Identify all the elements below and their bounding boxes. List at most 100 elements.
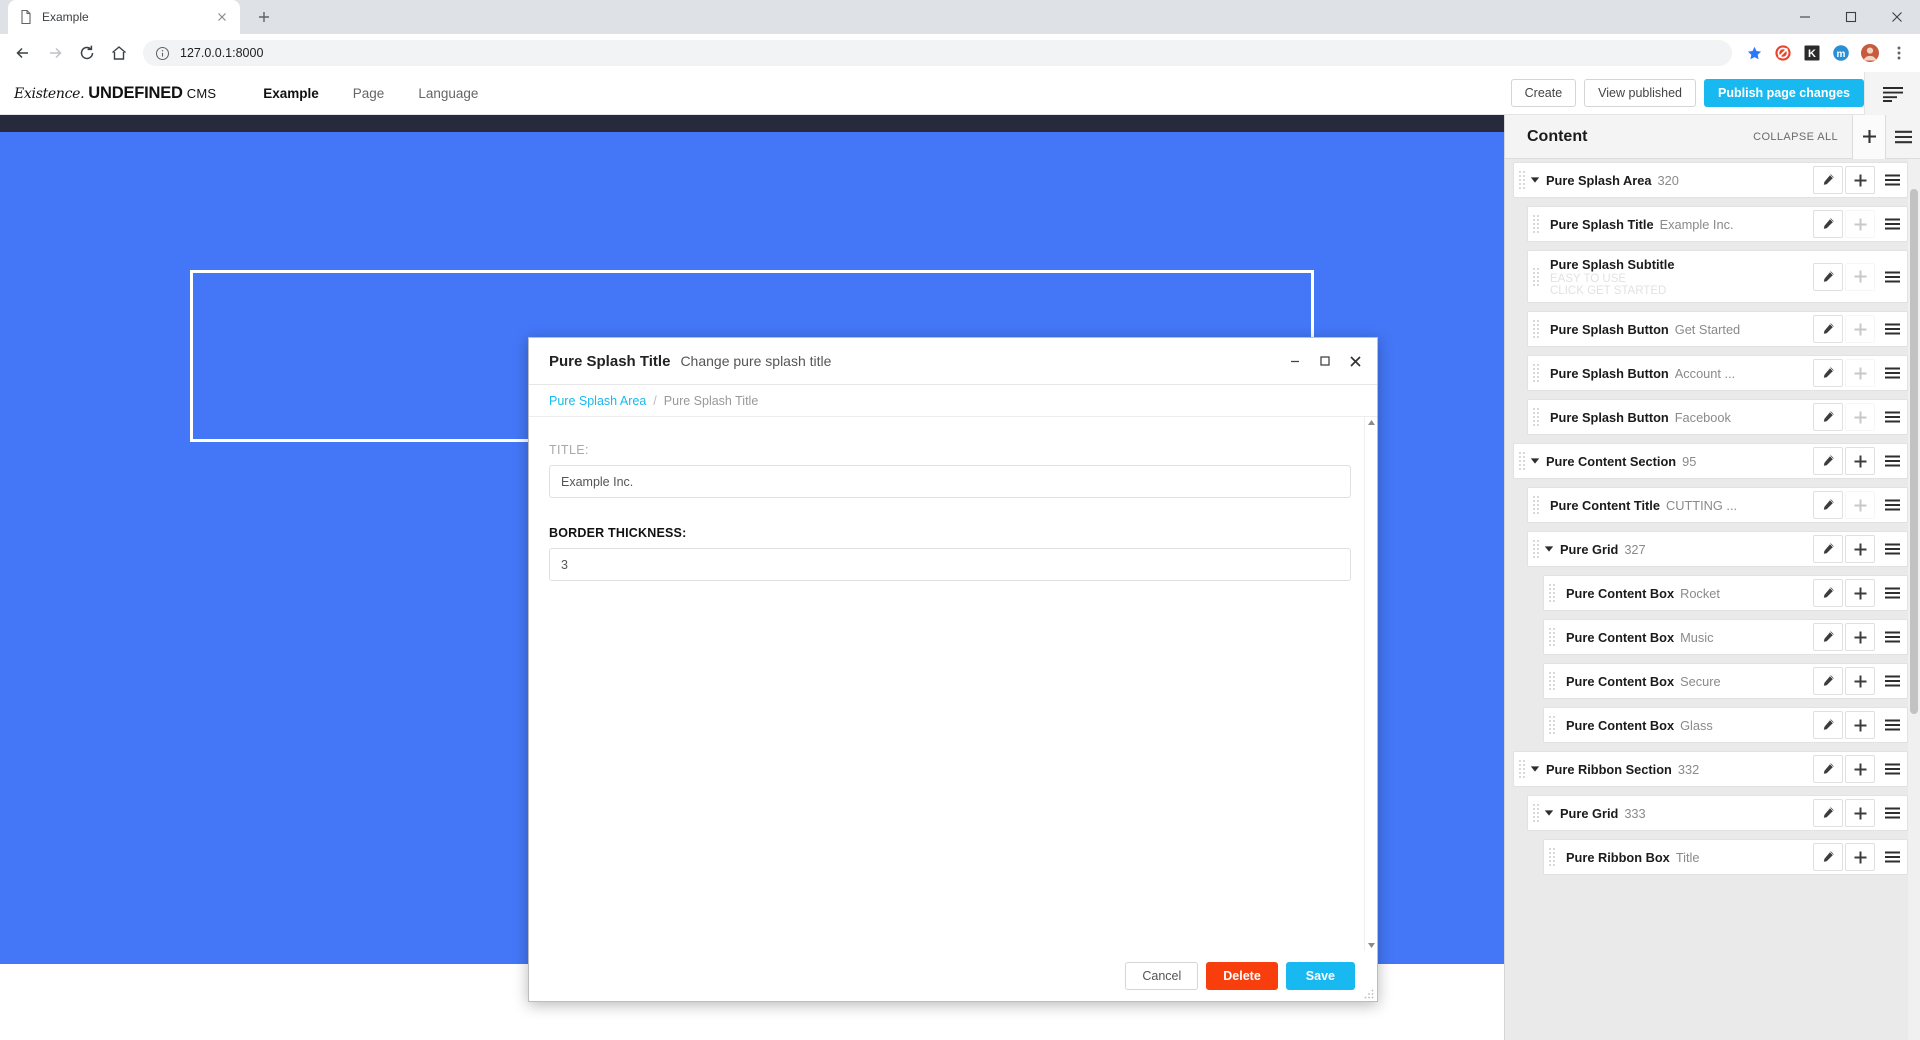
maximize-icon[interactable]	[1317, 353, 1333, 369]
plus-icon[interactable]	[1845, 711, 1875, 739]
caret-down-icon[interactable]	[1530, 457, 1540, 465]
kebab-menu-icon[interactable]	[1886, 40, 1912, 66]
browser-tab[interactable]: Example	[8, 0, 240, 34]
resize-grip-icon[interactable]	[1364, 989, 1374, 999]
plus-icon[interactable]	[1845, 579, 1875, 607]
tree-row[interactable]: Pure Ribbon Box Title	[1543, 839, 1908, 875]
plus-icon[interactable]	[1845, 667, 1875, 695]
pencil-icon[interactable]	[1813, 491, 1843, 519]
pencil-icon[interactable]	[1813, 623, 1843, 651]
tree-row[interactable]: Pure Splash Button Facebook	[1527, 399, 1908, 435]
info-circle-icon[interactable]	[155, 46, 170, 61]
hamburger-menu-icon[interactable]	[1877, 535, 1907, 563]
tree-row[interactable]: Pure Content Box Secure	[1543, 663, 1908, 699]
drag-handle-icon[interactable]	[1544, 664, 1560, 698]
plus-icon[interactable]	[1845, 210, 1875, 238]
drag-handle-icon[interactable]	[1514, 444, 1530, 478]
home-icon[interactable]	[104, 38, 134, 68]
drag-handle-icon[interactable]	[1544, 708, 1560, 742]
hamburger-menu-icon[interactable]	[1877, 315, 1907, 343]
pencil-icon[interactable]	[1813, 799, 1843, 827]
hamburger-menu-icon[interactable]	[1877, 623, 1907, 651]
close-icon[interactable]	[1347, 353, 1363, 369]
minimize-icon[interactable]	[1782, 0, 1828, 34]
plus-icon[interactable]	[1845, 262, 1875, 291]
drag-handle-icon[interactable]	[1528, 488, 1544, 522]
pencil-icon[interactable]	[1813, 403, 1843, 431]
plus-icon[interactable]	[1845, 447, 1875, 475]
collapse-all-button[interactable]: COLLAPSE ALL	[1753, 131, 1838, 143]
plus-icon[interactable]	[1845, 799, 1875, 827]
k-extension-icon[interactable]: K	[1799, 40, 1825, 66]
hamburger-menu-icon[interactable]	[1864, 72, 1920, 115]
drag-handle-icon[interactable]	[1528, 400, 1544, 434]
hamburger-menu-icon[interactable]	[1877, 210, 1907, 238]
back-arrow-icon[interactable]	[8, 38, 38, 68]
tree-row[interactable]: Pure Content Box Rocket	[1543, 575, 1908, 611]
pencil-icon[interactable]	[1813, 535, 1843, 563]
delete-button[interactable]: Delete	[1206, 961, 1278, 991]
hamburger-menu-icon[interactable]	[1886, 115, 1920, 159]
pencil-icon[interactable]	[1813, 210, 1843, 238]
cancel-button[interactable]: Cancel	[1125, 961, 1199, 991]
drag-handle-icon[interactable]	[1544, 576, 1560, 610]
hamburger-menu-icon[interactable]	[1877, 359, 1907, 387]
scroll-up-arrow-icon[interactable]	[1367, 419, 1376, 426]
address-bar[interactable]: 127.0.0.1:8000	[143, 40, 1732, 66]
nav-item-page[interactable]: Page	[336, 86, 402, 101]
nav-item-example[interactable]: Example	[246, 86, 336, 101]
nav-item-language[interactable]: Language	[401, 86, 495, 101]
drag-handle-icon[interactable]	[1528, 796, 1544, 830]
hamburger-menu-icon[interactable]	[1877, 491, 1907, 519]
plus-icon[interactable]	[1845, 843, 1875, 871]
hamburger-menu-icon[interactable]	[1877, 166, 1907, 194]
scroll-down-arrow-icon[interactable]	[1367, 942, 1376, 949]
drag-handle-icon[interactable]	[1528, 312, 1544, 346]
pencil-icon[interactable]	[1813, 755, 1843, 783]
pencil-icon[interactable]	[1813, 359, 1843, 387]
reload-icon[interactable]	[72, 38, 102, 68]
tree-row[interactable]: Pure Content Title CUTTING ...	[1527, 487, 1908, 523]
pencil-icon[interactable]	[1813, 711, 1843, 739]
tree-row[interactable]: Pure Splash Title Example Inc.	[1527, 206, 1908, 242]
plus-icon[interactable]	[1852, 114, 1886, 159]
hamburger-menu-icon[interactable]	[1877, 799, 1907, 827]
window-close-icon[interactable]	[1874, 0, 1920, 34]
pencil-icon[interactable]	[1813, 262, 1843, 291]
pencil-icon[interactable]	[1813, 667, 1843, 695]
forward-arrow-icon[interactable]	[40, 38, 70, 68]
drag-handle-icon[interactable]	[1528, 356, 1544, 390]
plus-icon[interactable]	[1845, 403, 1875, 431]
plus-icon[interactable]	[1845, 623, 1875, 651]
drag-handle-icon[interactable]	[1544, 840, 1560, 874]
plus-icon[interactable]	[1845, 359, 1875, 387]
plus-icon[interactable]	[1845, 535, 1875, 563]
plus-icon[interactable]	[1845, 315, 1875, 343]
minimize-icon[interactable]	[1287, 353, 1303, 369]
tree-row[interactable]: Pure Splash Subtitle EASY TO USE CLICK GE…	[1527, 250, 1908, 303]
tree-row[interactable]: Pure Content Box Glass	[1543, 707, 1908, 743]
hamburger-menu-icon[interactable]	[1877, 711, 1907, 739]
pencil-icon[interactable]	[1813, 315, 1843, 343]
caret-down-icon[interactable]	[1530, 765, 1540, 773]
breadcrumb-parent[interactable]: Pure Splash Area	[549, 394, 646, 408]
hamburger-menu-icon[interactable]	[1877, 579, 1907, 607]
pencil-icon[interactable]	[1813, 843, 1843, 871]
drag-handle-icon[interactable]	[1514, 163, 1530, 197]
hamburger-menu-icon[interactable]	[1877, 843, 1907, 871]
hamburger-menu-icon[interactable]	[1877, 667, 1907, 695]
modal-titlebar[interactable]: Pure Splash Title Change pure splash tit…	[529, 338, 1377, 385]
shield-block-icon[interactable]	[1770, 40, 1796, 66]
hamburger-menu-icon[interactable]	[1877, 447, 1907, 475]
hamburger-menu-icon[interactable]	[1877, 403, 1907, 431]
pencil-icon[interactable]	[1813, 447, 1843, 475]
plus-icon[interactable]	[1845, 166, 1875, 194]
hamburger-menu-icon[interactable]	[1877, 755, 1907, 783]
caret-down-icon[interactable]	[1544, 809, 1554, 817]
drag-handle-icon[interactable]	[1514, 752, 1530, 786]
cms-logo[interactable]: Existence. UNDEFINED CMS	[14, 84, 216, 103]
tree-row[interactable]: Pure Ribbon Section 332	[1513, 751, 1908, 787]
tree-row[interactable]: Pure Grid 333	[1527, 795, 1908, 831]
new-tab-button[interactable]	[250, 3, 278, 31]
sidebar-scrollbar[interactable]	[1908, 159, 1920, 1040]
